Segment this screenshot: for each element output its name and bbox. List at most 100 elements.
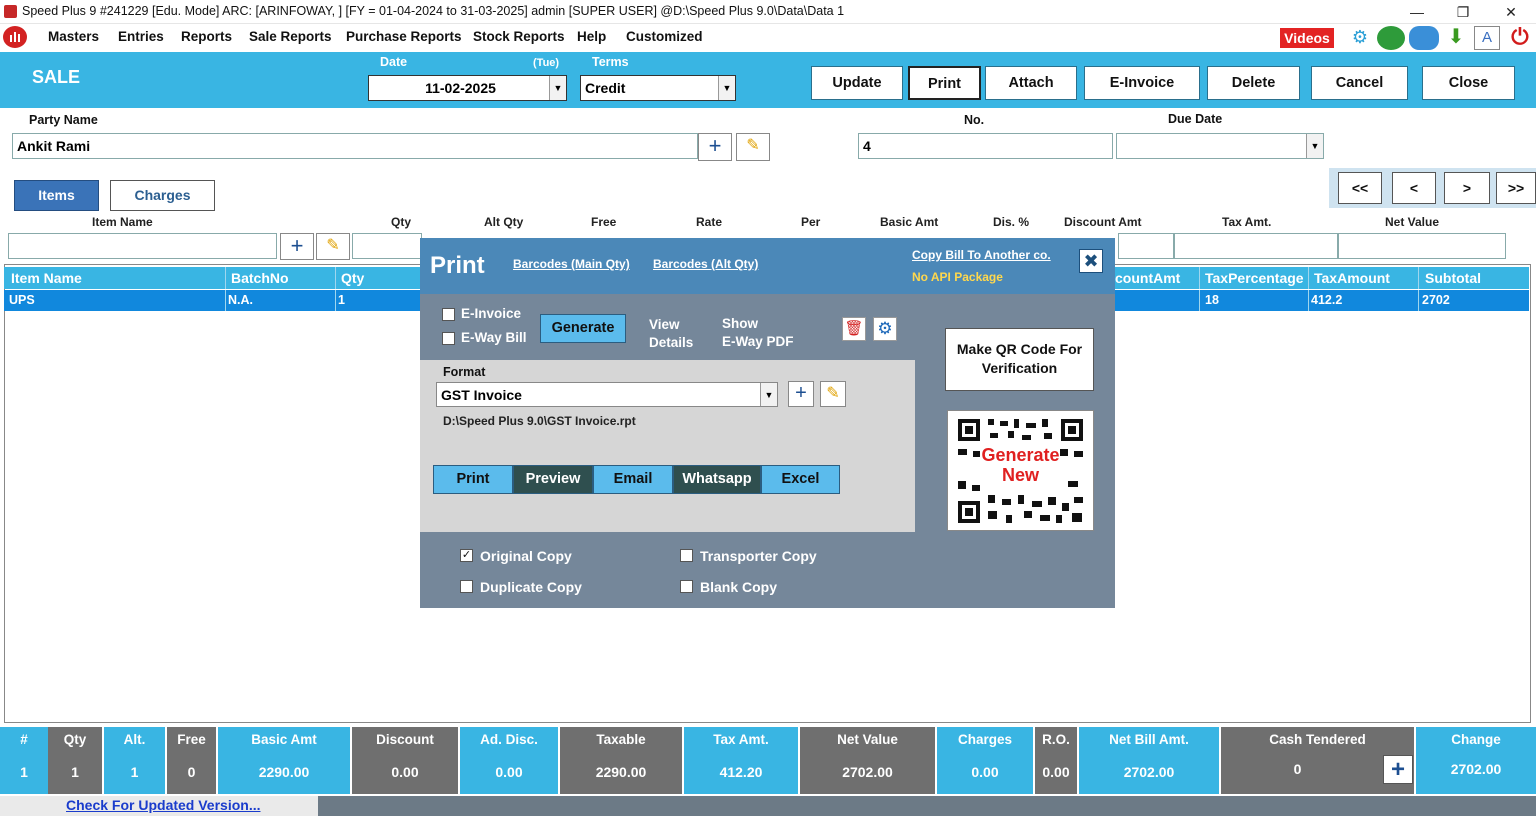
due-date-input[interactable]: ▼ xyxy=(1116,133,1324,159)
format-select[interactable]: GST Invoice ▼ xyxy=(436,382,778,407)
copy-bill-link[interactable]: Copy Bill To Another co. xyxy=(912,248,1051,262)
whatsapp-button[interactable]: Whatsapp xyxy=(673,465,761,494)
email-button[interactable]: Email xyxy=(593,465,673,494)
download-icon[interactable]: ⬇ xyxy=(1442,26,1470,50)
api-package-status: No API Package xyxy=(912,270,1003,284)
prev-record-button[interactable]: < xyxy=(1392,172,1436,204)
date-field[interactable]: 11-02-2025 ▼ xyxy=(368,75,567,101)
footer-discount: Discount 0.00 xyxy=(352,727,458,794)
ewaybill-checkbox[interactable] xyxy=(442,332,455,345)
blank-copy-label: Blank Copy xyxy=(700,579,778,595)
tab-items[interactable]: Items xyxy=(14,180,99,211)
first-record-button[interactable]: << xyxy=(1338,172,1382,204)
original-copy-label: Original Copy xyxy=(480,548,572,564)
font-a-icon[interactable]: A xyxy=(1474,26,1500,50)
bill-no-input[interactable]: 4 xyxy=(858,133,1113,159)
edit-pencil-icon[interactable]: ✎ xyxy=(736,133,770,161)
add-party-button[interactable]: + xyxy=(698,133,732,161)
update-button[interactable]: Update xyxy=(811,66,903,100)
edit-format-pencil-icon[interactable]: ✎ xyxy=(820,381,846,407)
minimize-icon[interactable]: — xyxy=(1394,0,1440,24)
cell-qty: 1 xyxy=(338,293,345,307)
menu-purchase-reports[interactable]: Purchase Reports xyxy=(346,29,462,44)
menu-masters[interactable]: Masters xyxy=(48,29,99,44)
home-chart-icon[interactable] xyxy=(3,26,27,48)
discount-amt-input[interactable] xyxy=(1118,233,1174,259)
footer-cash-tendered: Cash Tendered 0 + xyxy=(1221,727,1414,794)
cloud-icon[interactable] xyxy=(1409,26,1439,50)
menu-reports[interactable]: Reports xyxy=(181,29,232,44)
print-action-button[interactable]: Print xyxy=(433,465,513,494)
grid-hdr-item-name: Item Name xyxy=(11,270,82,286)
power-icon[interactable]: ⏻ xyxy=(1507,25,1533,51)
view-details-line2[interactable]: Details xyxy=(649,335,693,350)
videos-button[interactable]: Videos xyxy=(1280,28,1334,48)
make-qr-button[interactable]: Make QR Code For Verification xyxy=(945,328,1094,391)
whatsapp-icon[interactable] xyxy=(1377,26,1405,50)
original-copy-checkbox[interactable]: ✓ xyxy=(460,549,473,562)
menu-stock-reports[interactable]: Stock Reports xyxy=(473,29,565,44)
add-cash-button[interactable]: + xyxy=(1383,755,1413,784)
edit-item-pencil-icon[interactable]: ✎ xyxy=(316,233,350,260)
cell-item-name: UPS xyxy=(9,293,35,307)
tab-charges[interactable]: Charges xyxy=(110,180,215,211)
last-record-button[interactable]: >> xyxy=(1496,172,1536,204)
barcodes-alt-link[interactable]: Barcodes (Alt Qty) xyxy=(653,257,758,271)
item-name-input[interactable] xyxy=(8,233,277,259)
add-item-button[interactable]: + xyxy=(280,233,314,260)
trash-icon[interactable]: 🗑 xyxy=(842,317,866,341)
transporter-copy-checkbox[interactable] xyxy=(680,549,693,562)
restore-icon[interactable]: ❐ xyxy=(1440,0,1486,24)
einvoice-checkbox[interactable] xyxy=(442,308,455,321)
generate-new-overlay[interactable]: Generate New xyxy=(948,445,1093,485)
duplicate-copy-checkbox[interactable] xyxy=(460,580,473,593)
settings-gear-icon[interactable]: ⚙ xyxy=(1347,27,1373,49)
preview-button[interactable]: Preview xyxy=(513,465,593,494)
format-value: GST Invoice xyxy=(441,387,522,403)
delete-button[interactable]: Delete xyxy=(1207,66,1300,100)
footer-qty: Qty 1 xyxy=(48,727,102,794)
check-update-link[interactable]: Check For Updated Version... xyxy=(66,797,261,813)
generate-button[interactable]: Generate xyxy=(540,314,626,343)
next-record-button[interactable]: > xyxy=(1444,172,1490,204)
view-details-line1[interactable]: View xyxy=(649,317,680,332)
chevron-down-icon[interactable]: ▼ xyxy=(718,76,735,100)
qty-input[interactable] xyxy=(352,233,422,259)
einvoice-label: E-Invoice xyxy=(461,306,522,321)
col-qty: Qty xyxy=(391,215,412,229)
chevron-down-icon[interactable]: ▼ xyxy=(760,383,777,406)
close-button[interactable]: Close xyxy=(1422,66,1515,100)
blank-copy-checkbox[interactable] xyxy=(680,580,693,593)
attach-button[interactable]: Attach xyxy=(985,66,1077,100)
col-alt-qty: Alt Qty xyxy=(484,215,524,229)
menu-entries[interactable]: Entries xyxy=(118,29,164,44)
tax-amt-input[interactable] xyxy=(1174,233,1338,259)
terms-select[interactable]: Credit ▼ xyxy=(580,75,736,101)
format-panel: Format GST Invoice ▼ + ✎ D:\Speed Plus 9… xyxy=(420,360,915,532)
net-value-input[interactable] xyxy=(1338,233,1506,259)
barcodes-main-link[interactable]: Barcodes (Main Qty) xyxy=(513,257,630,271)
col-basic-amt: Basic Amt xyxy=(880,215,939,229)
party-name-input[interactable]: Ankit Rami xyxy=(12,133,698,159)
close-dialog-icon[interactable]: ✖ xyxy=(1079,249,1103,273)
settings-gear-icon[interactable]: ⚙ xyxy=(873,317,897,341)
print-button[interactable]: Print xyxy=(908,66,981,100)
menu-help[interactable]: Help xyxy=(577,29,606,44)
qr-code-image[interactable]: Generate New xyxy=(947,410,1094,531)
menu-sale-reports[interactable]: Sale Reports xyxy=(249,29,332,44)
no-label: No. xyxy=(964,113,985,127)
chevron-down-icon[interactable]: ▼ xyxy=(1306,134,1323,158)
einvoice-button[interactable]: E-Invoice xyxy=(1084,66,1200,100)
excel-button[interactable]: Excel xyxy=(761,465,840,494)
col-per: Per xyxy=(801,215,821,229)
footer-basic-amt: Basic Amt 2290.00 xyxy=(218,727,350,794)
footer-count: #1 xyxy=(0,727,48,794)
cancel-button[interactable]: Cancel xyxy=(1311,66,1408,100)
add-format-button[interactable]: + xyxy=(788,381,814,407)
show-pdf-line1[interactable]: Show xyxy=(722,316,758,331)
col-item-name: Item Name xyxy=(92,215,153,229)
close-window-icon[interactable]: ✕ xyxy=(1488,0,1534,24)
menu-customized[interactable]: Customized xyxy=(626,29,703,44)
chevron-down-icon[interactable]: ▼ xyxy=(549,76,566,100)
show-pdf-line2[interactable]: E-Way PDF xyxy=(722,334,794,349)
